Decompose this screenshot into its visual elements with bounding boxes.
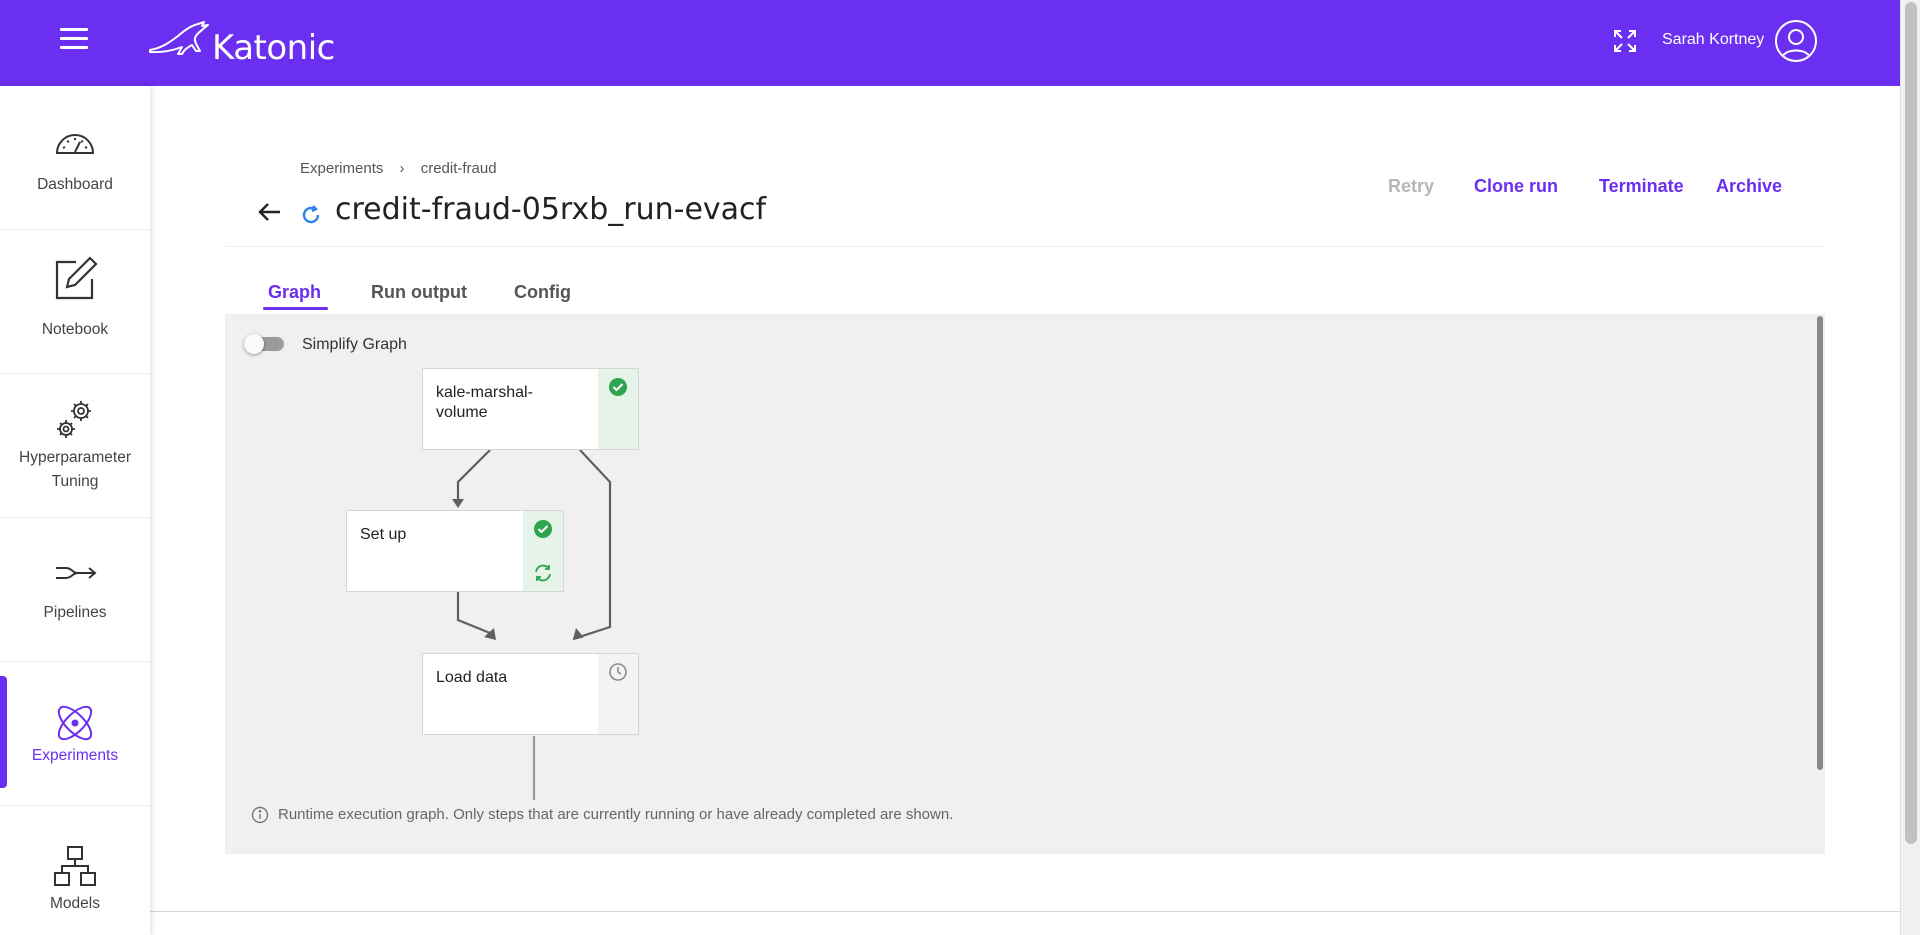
cached-icon (533, 563, 553, 583)
sidebar-item-pipelines[interactable]: Pipelines (0, 518, 150, 662)
sidebar-item-dashboard[interactable]: Dashboard (0, 86, 150, 230)
active-indicator (0, 676, 7, 788)
sidebar-item-label: Dashboard (37, 176, 113, 193)
breadcrumb-experiments[interactable]: Experiments (300, 160, 383, 177)
graph-node-kale-marshal-volume[interactable]: kale-marshal-volume (422, 368, 639, 450)
sidebar-item-models[interactable]: Models (0, 806, 150, 935)
tab-run-output[interactable]: Run output (371, 282, 467, 303)
edit-icon (50, 254, 100, 304)
page-scrollbar-thumb[interactable] (1905, 2, 1917, 844)
simplify-graph-label: Simplify Graph (302, 336, 407, 353)
sidebar-item-experiments[interactable]: Experiments (0, 662, 150, 806)
graph-footer-note: Runtime execution graph. Only steps that… (278, 806, 954, 823)
info-icon (251, 806, 269, 824)
logo-text: Katonic (212, 28, 335, 68)
user-name[interactable]: Sarah Kortney (1662, 31, 1764, 49)
sidebar-item-label: Pipelines (43, 604, 107, 621)
node-status-strip (523, 511, 563, 591)
atom-icon (50, 700, 100, 750)
simplify-graph-toggle[interactable] (244, 334, 286, 354)
menu-icon[interactable] (60, 28, 88, 52)
sidebar-item-notebook[interactable]: Notebook (0, 230, 150, 374)
clock-icon (608, 662, 628, 682)
kangaroo-icon (149, 21, 209, 55)
breadcrumb-separator-icon: › (399, 160, 405, 177)
sidebar-item-label: Experiments (31, 747, 119, 764)
tab-config[interactable]: Config (514, 282, 571, 303)
fullscreen-icon[interactable] (1612, 28, 1638, 54)
user-avatar-icon[interactable] (1775, 20, 1817, 62)
retry-button[interactable]: Retry (1388, 176, 1434, 197)
terminate-button[interactable]: Terminate (1599, 176, 1684, 197)
hierarchy-icon (50, 844, 100, 894)
page-title: credit-fraud-05rxb_run-evacf (335, 192, 767, 227)
page-scrollbar[interactable] (1900, 0, 1920, 935)
node-label: Set up (360, 526, 407, 543)
node-label: Load data (436, 669, 508, 686)
clone-run-button[interactable]: Clone run (1474, 176, 1558, 197)
katonic-logo[interactable]: Katonic (148, 20, 335, 68)
sidebar: Dashboard Notebook Hyperparameter Tuning (0, 86, 150, 935)
check-circle-icon (608, 377, 628, 397)
node-label: kale-marshal-volume (436, 384, 533, 421)
back-arrow-icon[interactable] (256, 200, 282, 224)
sidebar-item-hyperparameter-tuning[interactable]: Hyperparameter Tuning (0, 374, 150, 518)
graph-scrollbar[interactable] (1817, 316, 1823, 770)
divider (150, 911, 1900, 912)
tab-graph[interactable]: Graph (268, 282, 321, 303)
gears-icon (50, 398, 100, 448)
active-tab-indicator (263, 307, 328, 310)
node-status-strip (598, 369, 638, 449)
graph-node-load-data[interactable]: Load data (422, 653, 639, 735)
graph-node-set-up[interactable]: Set up (346, 510, 564, 592)
breadcrumb-current[interactable]: credit-fraud (421, 160, 497, 177)
gauge-icon (50, 128, 100, 178)
sidebar-item-label: Models (50, 895, 100, 912)
archive-button[interactable]: Archive (1716, 176, 1782, 197)
check-circle-icon (533, 519, 553, 539)
divider (226, 246, 1824, 247)
breadcrumb: Experiments › credit-fraud (300, 160, 509, 177)
sidebar-item-label: Notebook (41, 321, 109, 338)
running-status-icon (300, 204, 322, 226)
top-bar: Katonic Sarah Kortney (0, 0, 1900, 86)
sidebar-item-label: Hyperparameter Tuning (19, 449, 131, 490)
node-status-strip (598, 654, 638, 734)
